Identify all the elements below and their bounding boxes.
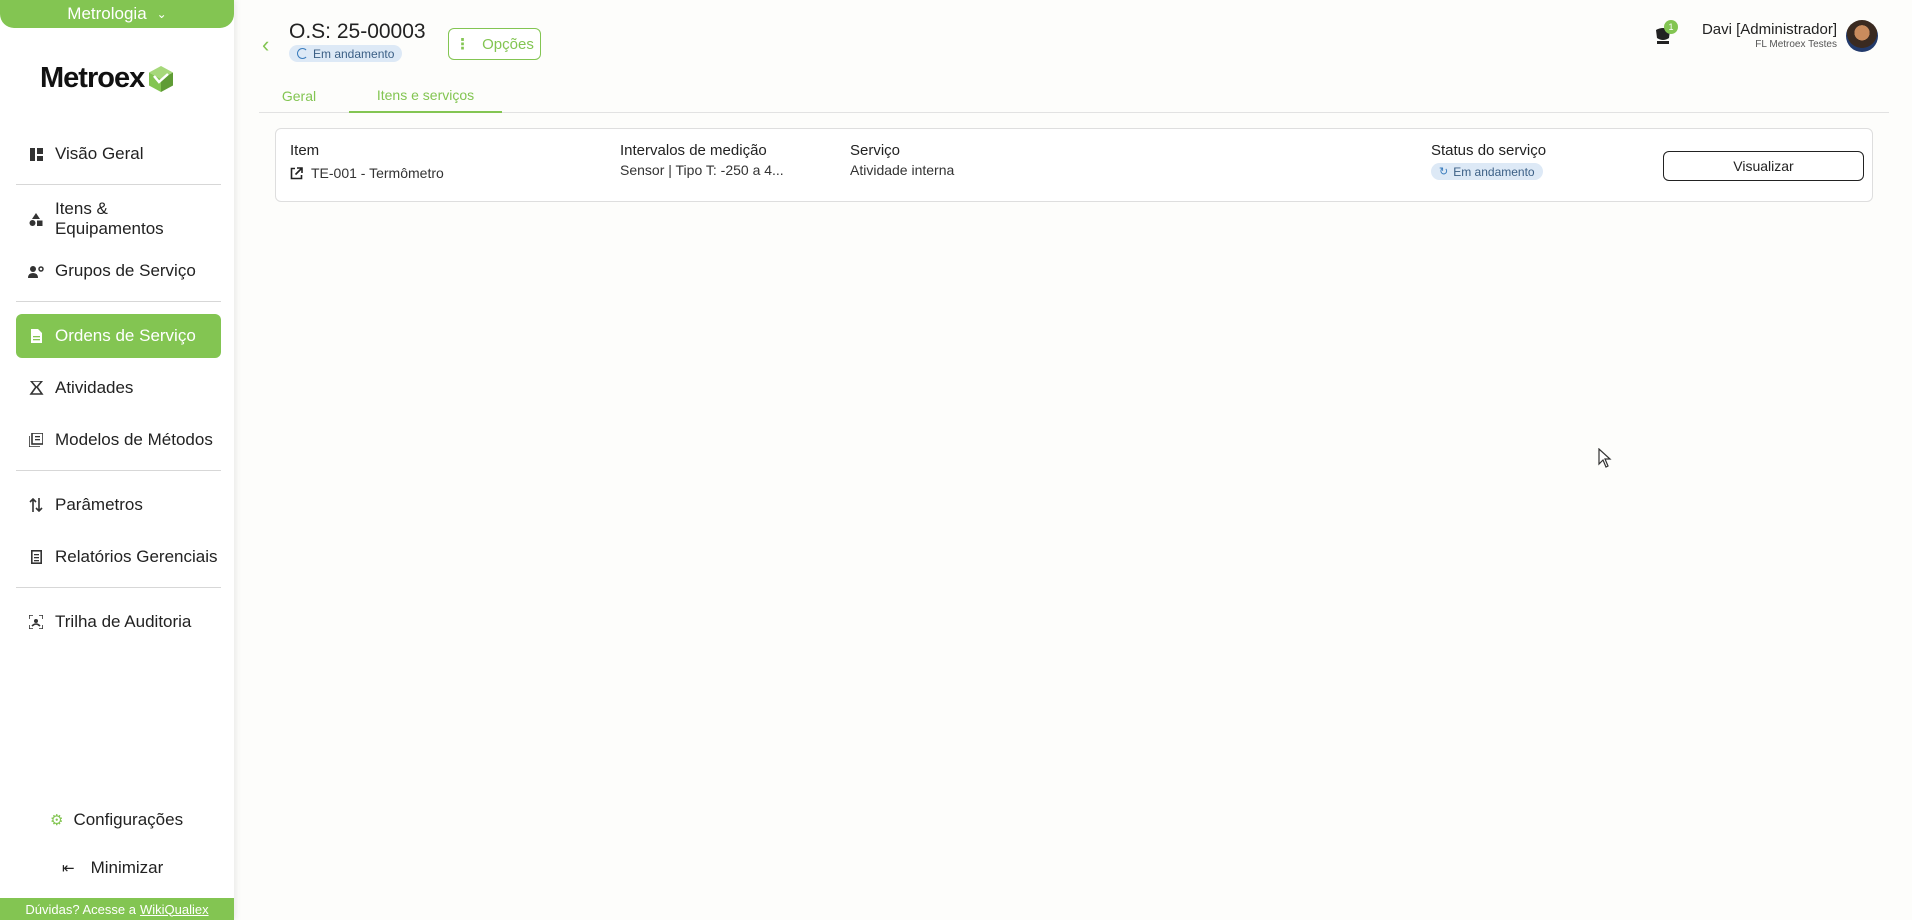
view-button[interactable]: Visualizar [1663,151,1864,181]
column-header-service: Serviço [850,142,901,159]
tab-geral[interactable]: Geral [271,78,327,113]
sidebar-item-itens-equipamentos[interactable]: Itens & Equipamentos [16,197,221,241]
help-bar: Dúvidas? Acesse a WikiQualiex [0,898,234,920]
item-link[interactable]: TE-001 - Termômetro [290,165,444,181]
sidebar-item-label: Visão Geral [55,144,144,163]
tab-itens-servicos[interactable]: Itens e serviços [349,78,502,113]
audit-icon [26,615,46,629]
page-title: O.S: 25-00003 [289,20,426,43]
column-header-item: Item [290,142,320,159]
status-label: Em andamento [1453,164,1535,179]
gear-icon: ⚙ [50,812,64,829]
divider [16,587,221,588]
status-label: Em andamento [313,46,395,61]
external-link-icon [290,166,303,179]
options-label: Opções [482,35,534,53]
notifications-button[interactable]: 1 [1654,20,1678,51]
sidebar-item-label: Itens & Equipamentos [54,199,164,238]
sidebar: Metrologia ⌄ Metroex Visão Geral Itens &… [0,0,234,920]
sidebar-item-label: Modelos de Métodos [55,430,213,449]
service-row: Item TE-001 - Termômetro Intervalos de m… [275,128,1873,202]
minimize-label: Minimizar [90,858,164,877]
module-switcher[interactable]: Metrologia ⌄ [0,0,234,28]
sidebar-item-atividades[interactable]: Atividades [16,366,221,410]
activity-icon [26,381,46,395]
logo-cube-icon [149,65,174,92]
user-name: Davi [Administrador] [1701,21,1837,38]
sidebar-item-label: Parâmetros [55,495,143,514]
status-badge: ↻ Em andamento [1431,163,1543,180]
sidebar-item-label: Grupos de Serviço [55,261,196,280]
sidebar-item-label: Relatórios Gerenciais [55,547,218,566]
user-company: FL Metroex Testes [1755,39,1837,50]
sidebar-item-relatorios[interactable]: Relatórios Gerenciais [16,535,221,579]
avatar[interactable] [1846,20,1878,52]
book-icon [26,433,46,447]
sidebar-item-label: Ordens de Serviço [55,326,196,345]
logo: Metroex [40,62,174,95]
options-button[interactable]: ⋮ Opções [448,28,541,60]
sidebar-item-ordens-servico[interactable]: Ordens de Serviço [16,314,221,358]
shapes-icon [26,212,46,226]
divider [16,301,221,302]
column-header-status: Status do serviço [1431,142,1547,159]
wiki-link[interactable]: WikiQualiex [140,902,209,917]
dashboard-icon [26,147,46,161]
help-text: Dúvidas? Acesse a [25,901,136,917]
chevron-down-icon: ⌄ [156,7,167,21]
config-button[interactable]: ⚙ Configurações [50,810,183,830]
intervals-value: Sensor | Tipo T: -250 a 4... [620,162,784,178]
sidebar-item-visao-geral[interactable]: Visão Geral [16,132,221,176]
document-icon [26,329,46,343]
more-vertical-icon: ⋮ [455,36,471,53]
status-badge: Em andamento [289,45,403,62]
config-label: Configurações [73,810,184,829]
item-value: TE-001 - Termômetro [311,165,444,181]
sort-icon [26,498,46,512]
divider [16,470,221,471]
module-label: Metrologia [67,4,147,23]
refresh-icon: ↻ [1439,166,1449,178]
tab-bar: Geral Itens e serviços [259,78,1889,113]
users-gear-icon [26,265,46,278]
sidebar-item-grupos-servico[interactable]: Grupos de Serviço [16,249,221,293]
sidebar-item-label: Trilha de Auditoria [55,612,192,631]
divider [16,184,221,185]
collapse-left-icon: ⇤ [62,860,75,877]
sidebar-item-parametros[interactable]: Parâmetros [16,483,221,527]
sidebar-item-trilha-auditoria[interactable]: Trilha de Auditoria [16,600,221,644]
notification-count: 1 [1664,20,1678,34]
spinner-icon [297,48,308,59]
column-header-intervals: Intervalos de medição [620,142,767,159]
sidebar-item-modelos-metodos[interactable]: Modelos de Métodos [16,418,221,462]
sidebar-item-label: Atividades [55,378,134,397]
sidebar-nav: Visão Geral Itens & Equipamentos Grupos … [16,132,221,652]
report-icon [26,550,46,564]
back-icon[interactable]: ‹ [262,32,269,58]
mouse-cursor-icon [1598,448,1612,468]
minimize-button[interactable]: ⇤ Minimizar [62,858,163,878]
logo-text: Metroex [40,62,145,94]
service-value: Atividade interna [850,162,955,178]
